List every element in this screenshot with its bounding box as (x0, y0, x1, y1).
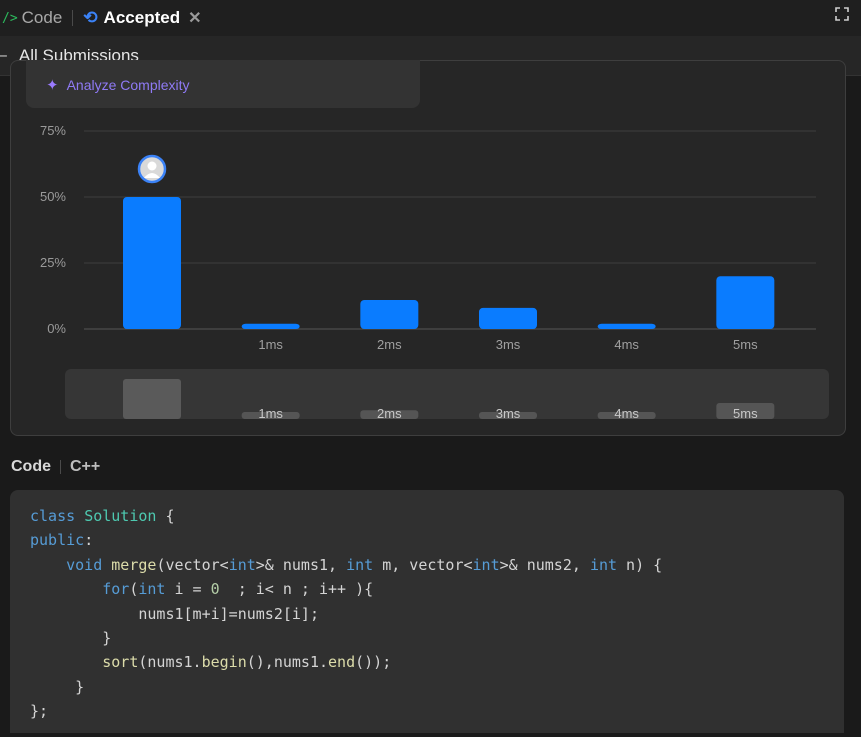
code-line: } (30, 629, 111, 647)
code-token: >& nums1, (255, 555, 347, 574)
x-tick-label: 5ms (733, 337, 758, 352)
x-tick-label: 4ms (614, 337, 639, 352)
code-token: int (138, 580, 166, 599)
code-token: int (346, 555, 374, 574)
code-token: >& nums2, (499, 555, 590, 574)
overview-label: 3ms (496, 406, 521, 421)
x-tick-label: 2ms (377, 337, 402, 352)
chart-bar (716, 276, 775, 329)
code-token: n) { (617, 555, 663, 574)
x-tick-label: 3ms (496, 337, 521, 352)
chart-bar (241, 323, 300, 329)
y-tick-label: 75% (40, 123, 66, 138)
code-token: : (84, 531, 94, 550)
y-tick-label: 25% (40, 255, 66, 270)
code-line: void merge(vector<int>& nums1, int m, ve… (30, 556, 662, 574)
overview-label: 2ms (377, 406, 402, 421)
overview-label: 4ms (614, 406, 639, 421)
code-token: { (156, 507, 175, 525)
code-token: (),nums1. (246, 653, 329, 672)
code-line: }; (30, 702, 48, 720)
overview-bar (123, 379, 181, 419)
x-tick-label: 1ms (258, 337, 283, 352)
code-token: i = (165, 580, 211, 599)
code-token: (nums1. (138, 653, 202, 672)
code-token: nums1[m+i]=nums2[i]; (30, 604, 319, 623)
code-token: void (66, 555, 103, 574)
code-token: int (472, 555, 500, 574)
code-token: for (102, 580, 130, 599)
code-token: sort (102, 653, 139, 672)
code-token: Solution (84, 507, 157, 525)
code-block[interactable]: class Solution { public: void merge(vecto… (10, 490, 844, 737)
code-token: public (30, 531, 85, 550)
code-token: 0 (210, 580, 220, 599)
code-token: int (589, 555, 618, 574)
chart-bar (479, 307, 537, 329)
chart-bar (123, 197, 181, 329)
runtime-distribution-chart: 75% 50% 25% 0% 1ms 2ms 3ms 4ms 5ms 1ms 2ms 3ms 4ms 5m… (40, 123, 829, 421)
code-header-label: Code (11, 458, 51, 475)
code-line: for(int i = 0 ; i< n ; i++ ){ (30, 580, 373, 598)
code-line: nums1[m+i]=nums2[i]; (30, 605, 319, 623)
code-token: class (30, 507, 76, 525)
bottom-edge (0, 733, 861, 737)
code-token: (vector< (156, 555, 229, 574)
code-token: merge (111, 555, 157, 574)
code-token: }; (30, 702, 49, 721)
avatar-head (147, 161, 157, 171)
code-token: m, vector< (373, 555, 473, 574)
y-tick-label: 0% (47, 321, 66, 336)
code-token: ()); (355, 653, 392, 672)
code-token: } (30, 677, 85, 696)
y-tick-label: 50% (40, 189, 66, 204)
code-header-divider (60, 460, 61, 474)
code-line: public: (30, 531, 93, 549)
code-token: int (228, 555, 256, 574)
overview-label: 1ms (258, 406, 283, 421)
code-header: Code C++ (11, 458, 100, 476)
code-line: } (30, 678, 84, 696)
chart-bar (360, 299, 419, 329)
chart-bar (597, 323, 656, 329)
code-line: sort(nums1.begin(),nums1.end()); (30, 653, 391, 671)
code-token: } (30, 629, 112, 647)
code-token: end (328, 653, 356, 672)
code-token: ; i< n ; i++ ){ (219, 580, 374, 599)
code-token: begin (201, 653, 247, 672)
code-line: class Solution { (30, 507, 175, 525)
overview-label: 5ms (733, 406, 758, 421)
code-language: C++ (70, 458, 101, 475)
